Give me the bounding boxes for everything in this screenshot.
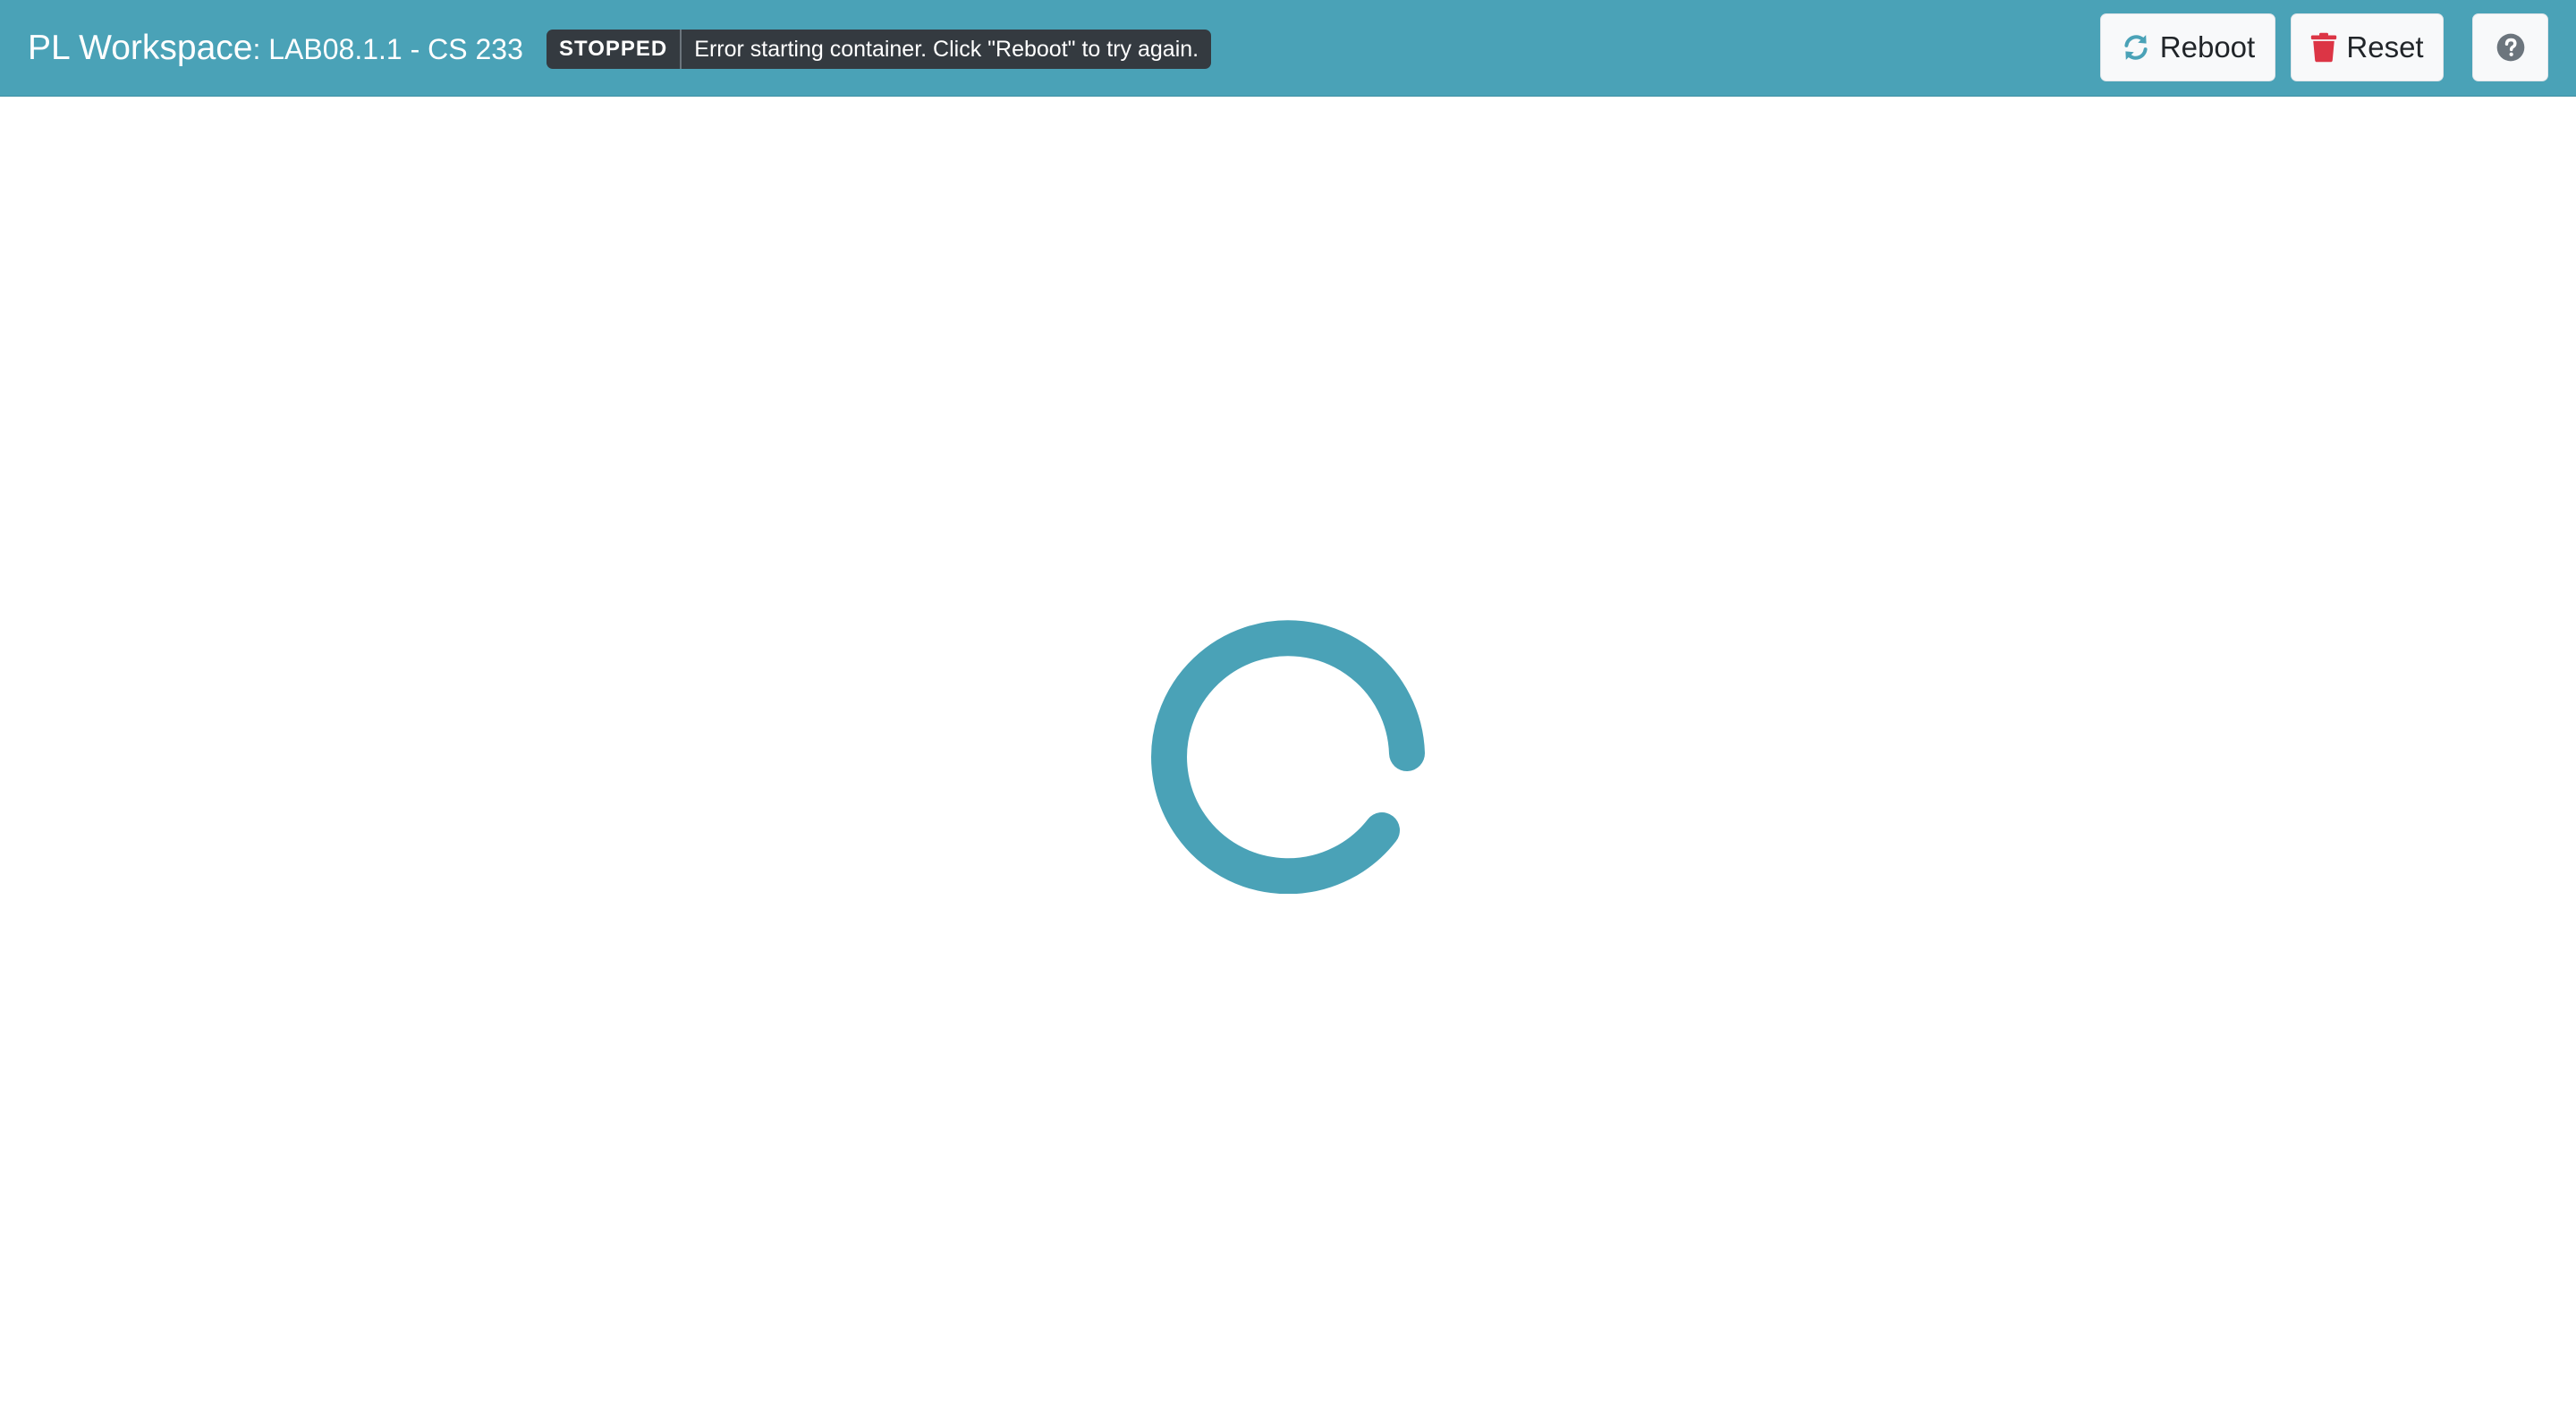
reset-button[interactable]: Reset	[2291, 13, 2444, 81]
workspace-navbar: PL Workspace: LAB08.1.1 - CS 233 STOPPED…	[0, 0, 2576, 97]
workspace-title: PL Workspace: LAB08.1.1 - CS 233	[28, 25, 523, 79]
spinner-icon	[1151, 620, 1425, 894]
workspace-brand: PL Workspace	[28, 29, 253, 67]
status-badge: STOPPED	[547, 30, 682, 69]
status-message: Error starting container. Click "Reboot"…	[694, 36, 1199, 62]
trash-icon	[2310, 32, 2337, 63]
reset-label: Reset	[2346, 30, 2424, 64]
sync-icon	[2121, 32, 2151, 63]
reboot-label: Reboot	[2159, 30, 2256, 64]
workspace-status: STOPPED Error starting container. Click …	[547, 30, 1212, 69]
help-button[interactable]	[2472, 13, 2548, 81]
workspace-name: : LAB08.1.1 - CS 233	[252, 33, 523, 65]
question-circle-icon	[2496, 33, 2525, 62]
reboot-button[interactable]: Reboot	[2100, 13, 2275, 81]
